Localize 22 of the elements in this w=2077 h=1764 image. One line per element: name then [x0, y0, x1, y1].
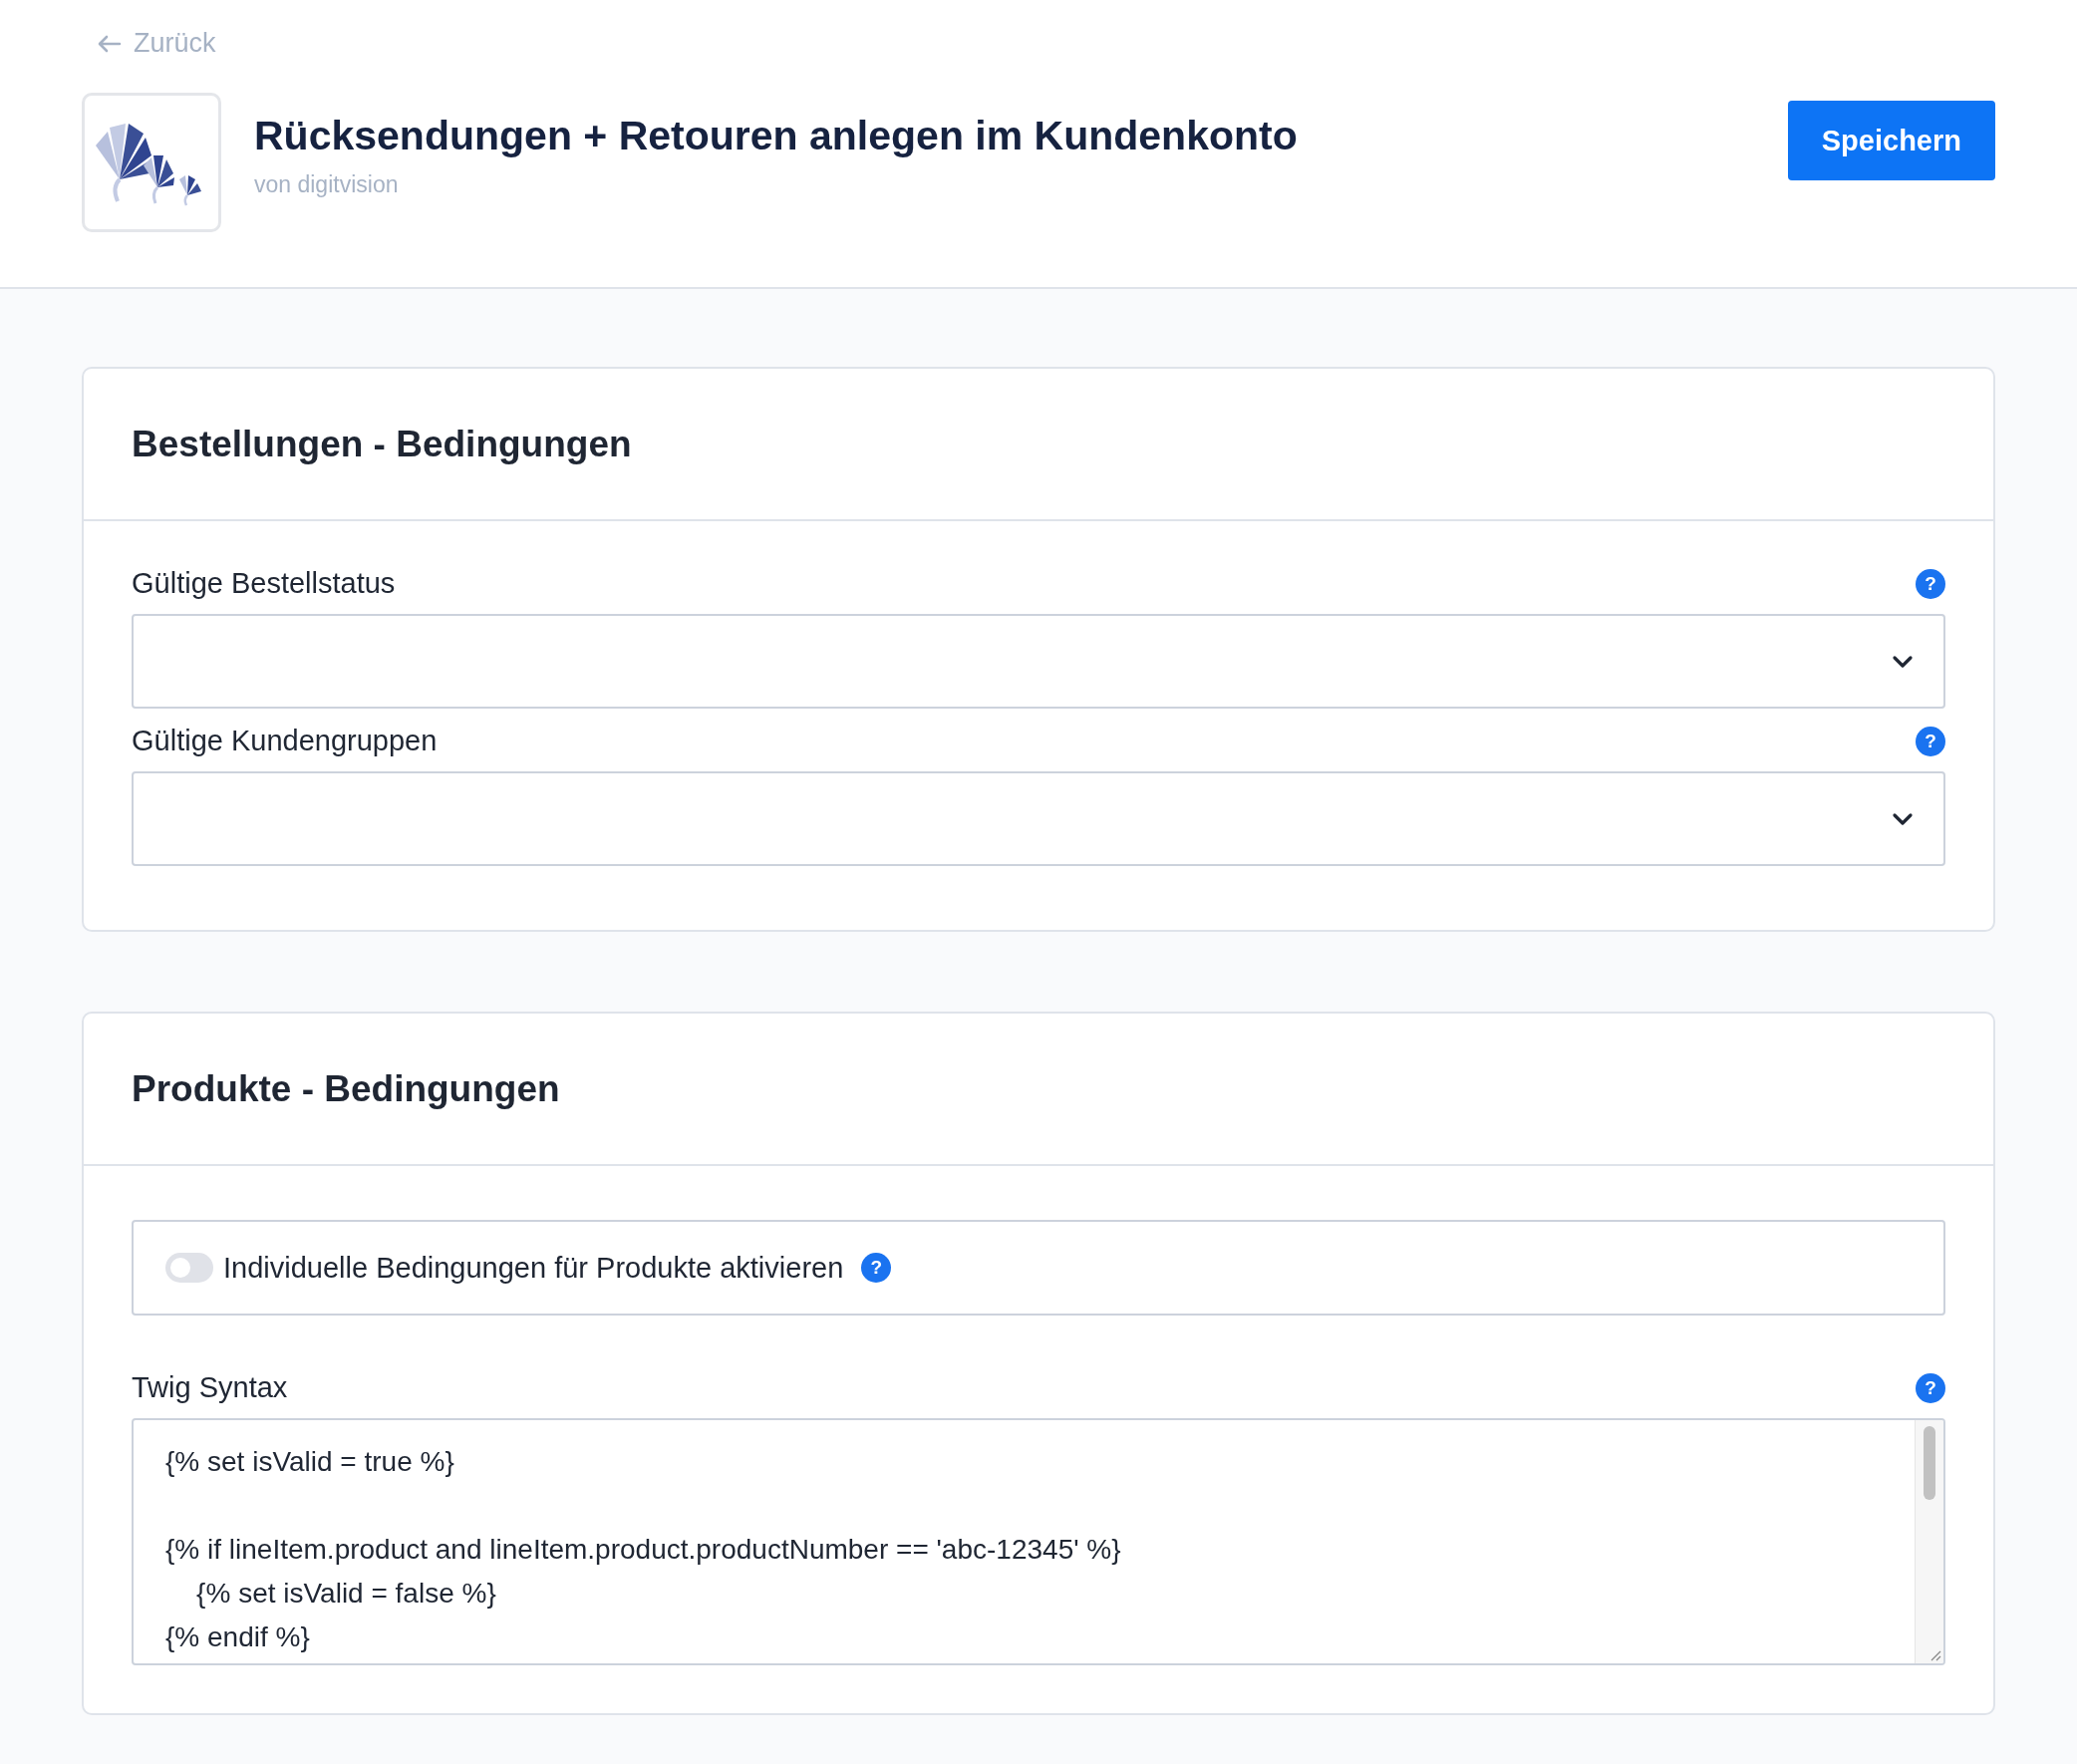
code-text: {% set isValid = true %} {% if lineItem.product and lineItem.product.productNumber == 'abc-12345' %} {% set isValid = false %} {% endif %}: [165, 1445, 1121, 1654]
help-badge[interactable]: ?: [1916, 1372, 1945, 1403]
field-label: Twig Syntax: [132, 1371, 288, 1404]
code-editor[interactable]: {% set isValid = true %} {% if lineItem.product and lineItem.product.productNumber == 'abc-12345' %} {% set isValid = false %} {% endif %}: [132, 1418, 1945, 1665]
page-title: Rücksendungen + Retouren anlegen im Kundenkonto: [254, 113, 1299, 159]
toggle-label: Individuelle Bedingungen für Produkte aktivieren: [223, 1251, 844, 1285]
back-arrow-icon: [98, 34, 122, 53]
chevron-down-icon: [1892, 811, 1914, 826]
chevron-down-icon: [1892, 654, 1914, 669]
card-title: Produkte - Bedingungen: [132, 1067, 560, 1110]
help-badge[interactable]: ?: [1916, 726, 1945, 756]
field-label: Gültige Kundengruppen: [132, 725, 438, 757]
help-badge[interactable]: ?: [861, 1253, 892, 1283]
help-badge[interactable]: ?: [1916, 568, 1945, 599]
field-label: Gültige Bestellstatus: [132, 567, 396, 600]
select-field[interactable]: [132, 614, 1945, 709]
card-title: Bestellungen - Bedingungen: [132, 423, 632, 465]
save-button[interactable]: Speichern: [1787, 101, 1995, 180]
toggle-switch[interactable]: [165, 1253, 213, 1283]
select-field[interactable]: [132, 771, 1945, 866]
vendor-name: von digitvision: [254, 171, 400, 198]
scrollbar[interactable]: [1915, 1420, 1943, 1663]
